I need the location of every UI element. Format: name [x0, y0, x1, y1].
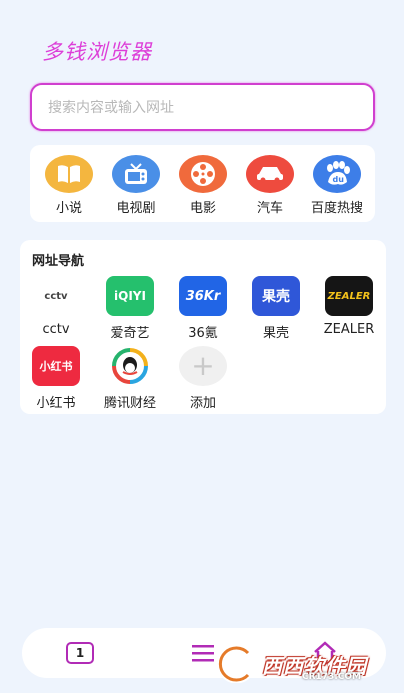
cctv-logo-text: cctv [44, 290, 68, 302]
iqiyi-logo: iQIYI [106, 276, 154, 316]
quick-link-baidu-hot[interactable]: du 百度热搜 [302, 155, 372, 219]
tab-count-button[interactable]: 1 [66, 642, 94, 664]
film-reel-icon [179, 155, 227, 193]
iqiyi-logo-text: iQIYI [114, 289, 146, 303]
site-label: 果壳 [262, 326, 289, 341]
quick-links-panel: 小说 电视剧 电影 汽车 du 百度热搜 [30, 145, 375, 222]
car-icon [246, 155, 294, 193]
search-box[interactable] [30, 83, 375, 131]
baidu-paw-icon: du [313, 155, 361, 193]
watermark: 西西软件园 CR173.COM [214, 644, 404, 684]
guokr-logo: 果壳 [252, 276, 300, 316]
site-label: cctv [42, 322, 70, 337]
cctv-logo: cctv [32, 276, 80, 316]
tencent-finance-logo [106, 346, 154, 386]
site-tencent-finance[interactable]: 腾讯财经 [92, 346, 168, 412]
plus-icon-glyph: + [191, 349, 215, 382]
quick-link-novel[interactable]: 小说 [34, 155, 104, 219]
quick-link-label: 汽车 [256, 201, 283, 216]
site-label: 36氪 [188, 326, 218, 341]
watermark-sub: CR173.COM [302, 672, 361, 682]
guokr-logo-text: 果壳 [262, 289, 290, 305]
search-input[interactable] [48, 96, 358, 120]
app-title: 多钱浏览器 [42, 40, 152, 64]
site-zealer[interactable]: ZEALER ZEALER [311, 276, 387, 342]
xiaohongshu-logo: 小红书 [32, 346, 80, 386]
zealer-logo: ZEALER [325, 276, 373, 316]
watermark-logo-icon [216, 645, 251, 683]
site-label: ZEALER [323, 322, 375, 337]
tv-icon [112, 155, 160, 193]
site-label: 爱奇艺 [110, 326, 150, 341]
site-add[interactable]: + 添加 [165, 346, 241, 412]
zealer-logo-text: ZEALER [327, 290, 371, 302]
svg-text:du: du [333, 175, 345, 184]
site-iqiyi[interactable]: iQIYI 爱奇艺 [92, 276, 168, 342]
site-xiaohongshu[interactable]: 小红书 小红书 [18, 346, 94, 412]
site-label: 腾讯财经 [103, 396, 156, 411]
quick-link-movie[interactable]: 电影 [168, 155, 238, 219]
site-nav-panel: 网址导航 cctv cctv iQIYI 爱奇艺 36Kr 36氪 果壳 果壳 … [20, 240, 386, 414]
site-cctv[interactable]: cctv cctv [18, 276, 94, 342]
book-icon [45, 155, 93, 193]
site-36kr[interactable]: 36Kr 36氪 [165, 276, 241, 342]
quick-link-label: 电影 [189, 201, 216, 216]
site-label: 小红书 [36, 396, 76, 411]
plus-icon: + [179, 346, 227, 386]
quick-link-label: 百度热搜 [310, 201, 363, 216]
site-label: 添加 [189, 396, 216, 411]
quick-link-label: 电视剧 [116, 201, 156, 216]
36kr-logo-text: 36Kr [185, 288, 221, 304]
quick-link-tv-series[interactable]: 电视剧 [101, 155, 171, 219]
36kr-logo: 36Kr [179, 276, 227, 316]
quick-link-car[interactable]: 汽车 [235, 155, 305, 219]
xiaohongshu-logo-text: 小红书 [39, 360, 73, 373]
quick-link-label: 小说 [55, 201, 82, 216]
site-guokr[interactable]: 果壳 果壳 [238, 276, 314, 342]
site-nav-title: 网址导航 [32, 254, 85, 269]
